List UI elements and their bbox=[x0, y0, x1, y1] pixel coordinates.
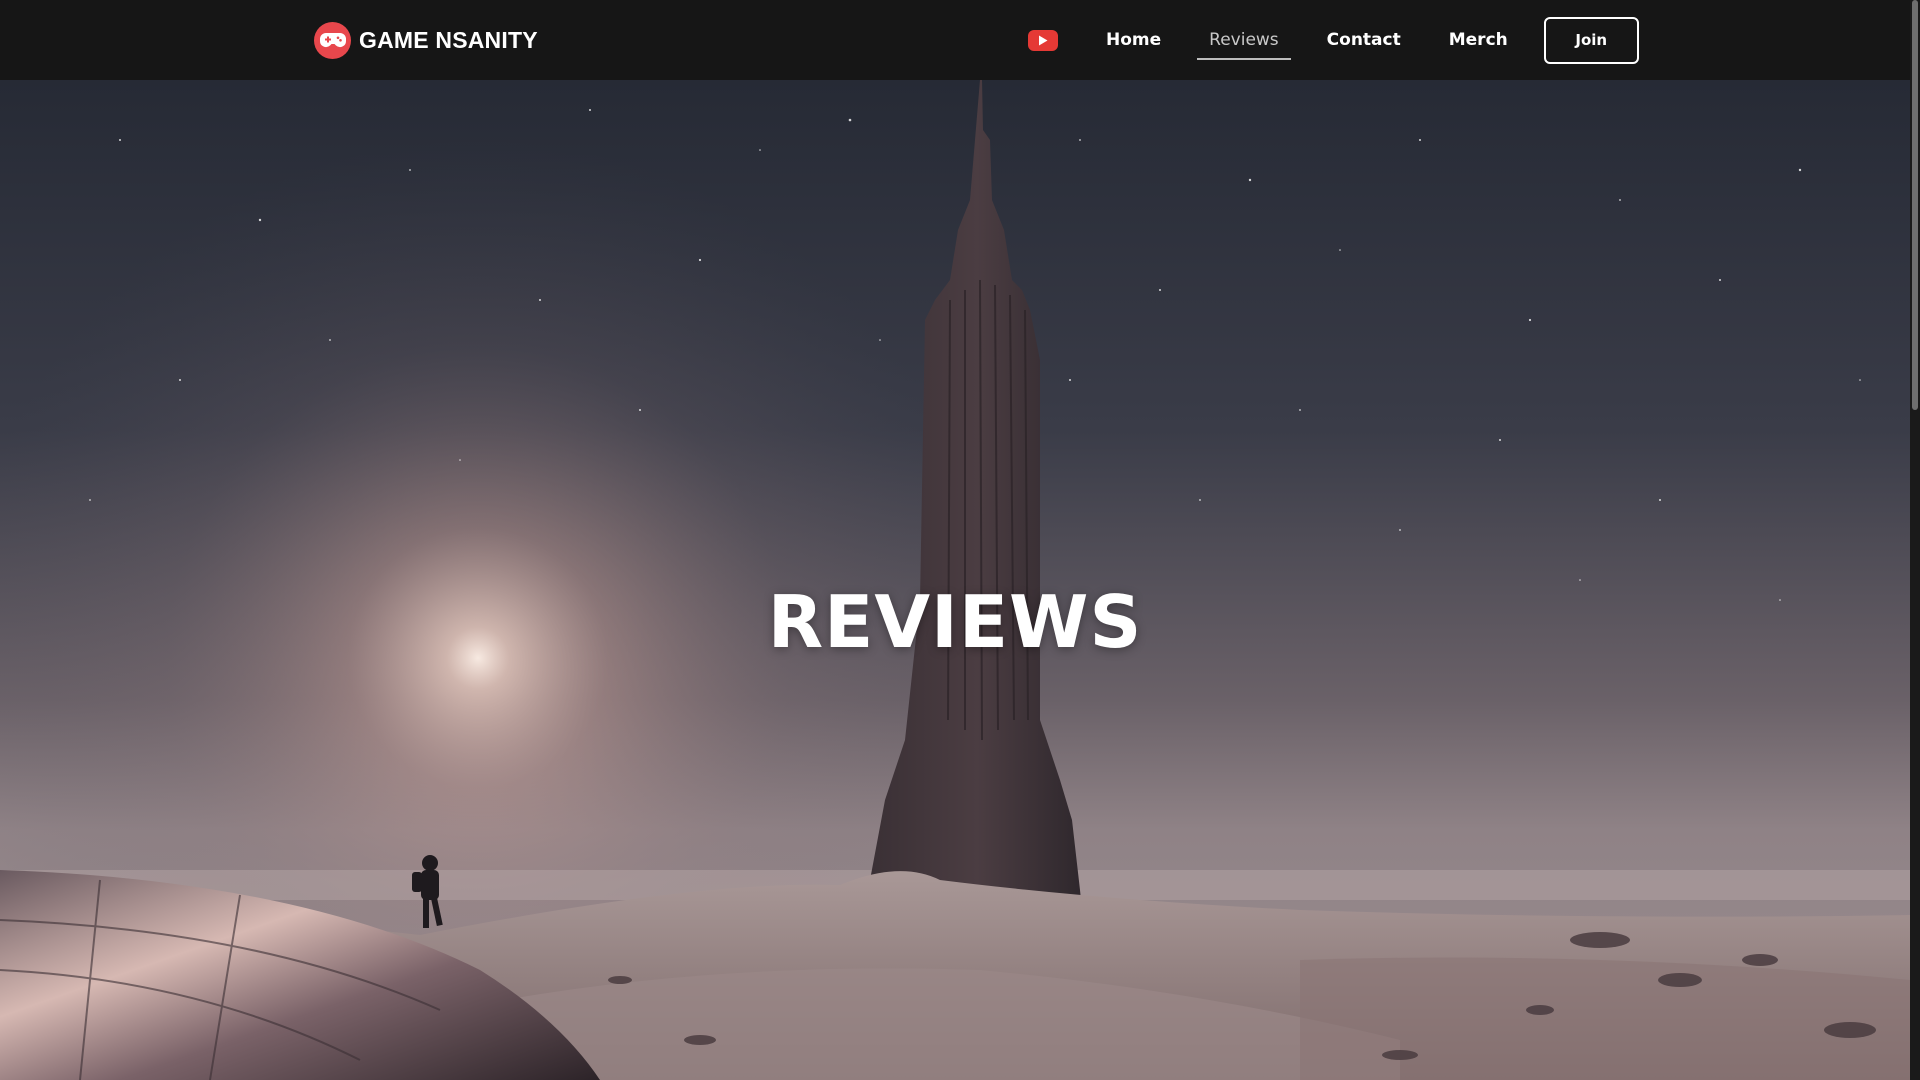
hero-banner: REVIEWS bbox=[0, 80, 1910, 1080]
scrollbar-thumb[interactable] bbox=[1912, 0, 1918, 410]
join-button[interactable]: Join bbox=[1543, 16, 1639, 64]
page-title: REVIEWS bbox=[767, 580, 1143, 664]
youtube-icon[interactable] bbox=[1028, 29, 1058, 51]
navbar: GAME NSANITY Home Reviews Contact Merch … bbox=[0, 0, 1910, 80]
gamepad-icon bbox=[314, 21, 351, 59]
vertical-scrollbar[interactable] bbox=[1910, 0, 1920, 1080]
brand-link[interactable]: GAME NSANITY bbox=[314, 21, 538, 59]
brand-name: GAME NSANITY bbox=[359, 26, 538, 53]
nav-link-home[interactable]: Home bbox=[1094, 25, 1173, 55]
nav-link-contact[interactable]: Contact bbox=[1315, 25, 1413, 55]
nav-link-reviews[interactable]: Reviews bbox=[1197, 25, 1291, 60]
nav-link-merch[interactable]: Merch bbox=[1437, 25, 1520, 55]
main-nav: Home Reviews Contact Merch Join bbox=[1028, 0, 1639, 80]
page: GAME NSANITY Home Reviews Contact Merch … bbox=[0, 0, 1920, 1080]
